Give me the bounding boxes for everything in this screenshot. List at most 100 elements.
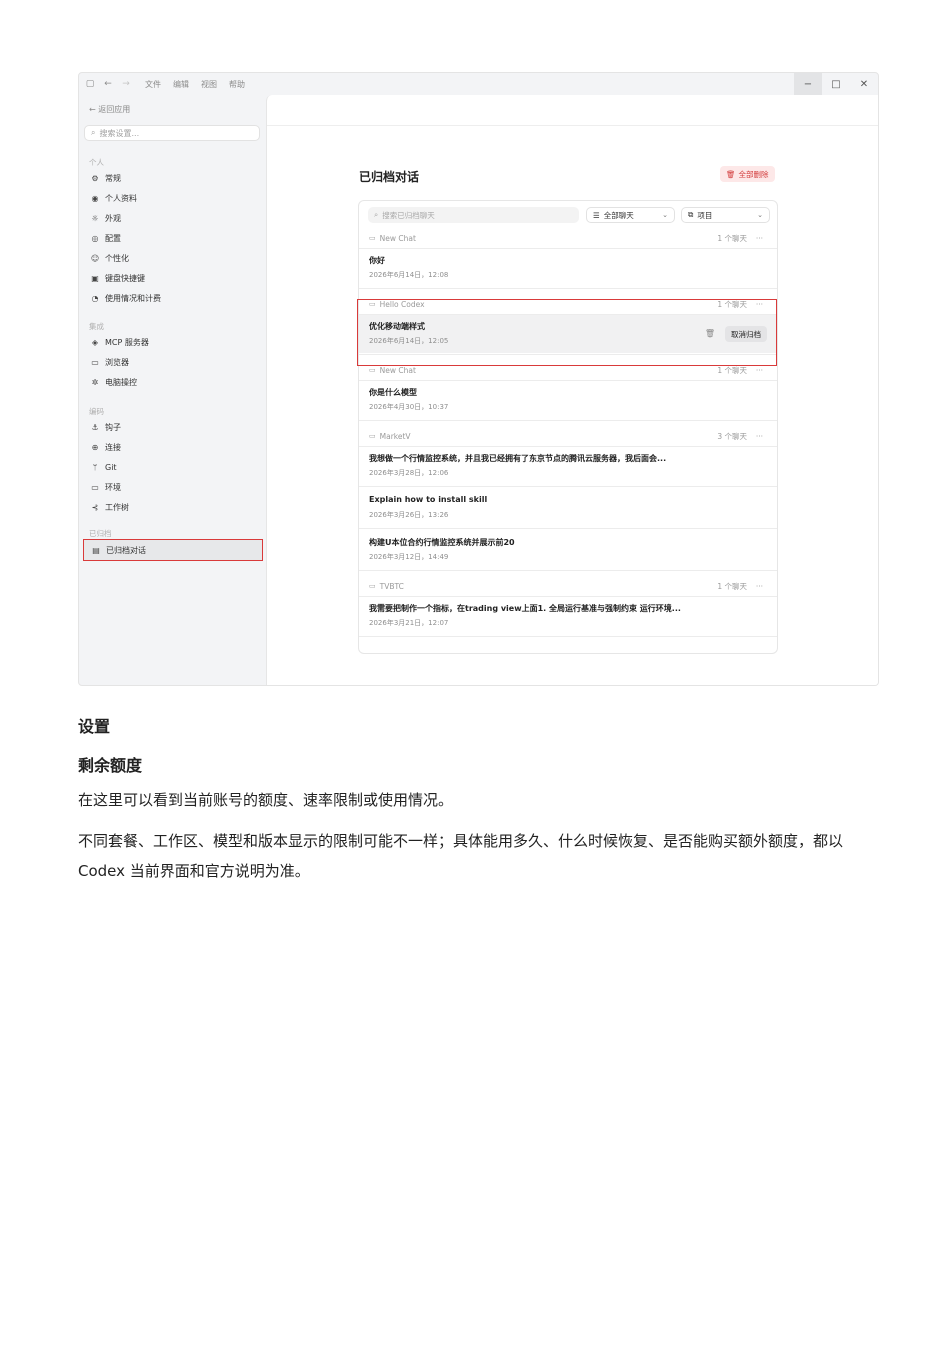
menu-edit[interactable]: 编辑 — [173, 79, 189, 90]
archived-chat-row[interactable]: 你是什么模型 2026年4月30日，10:37 — [359, 381, 777, 419]
archived-chat-row[interactable]: 我需要把制作一个指标，在trading view上面1. 全局运行基准与强制约束… — [359, 597, 777, 635]
chat-title: 构建U本位合约行情监控系统并展示前20 — [369, 538, 515, 547]
sidebar-item-keyboard[interactable]: ▣ 键盘快捷键 — [89, 269, 259, 287]
sidebar-section-label: 已归档 — [89, 529, 112, 538]
back-label: 返回应用 — [98, 105, 131, 114]
keyboard-icon: ▣ — [91, 273, 99, 283]
sidebar-item-environment[interactable]: ▭ 环境 — [89, 478, 259, 496]
sidebar-item-label: 已归档对话 — [106, 545, 146, 555]
close-button[interactable]: ✕ — [850, 73, 878, 95]
project-filter-dropdown[interactable]: ⧉ 项目 ⌄ — [681, 207, 770, 223]
usage-icon: ◔ — [91, 293, 99, 303]
project-group-header: ▭ TVBTC 1 个聊天 ··· — [359, 577, 777, 595]
archived-chat-row[interactable]: 我想做一个行情监控系统，并且我已经拥有了东京节点的腾讯云服务器，我后面会... 2… — [359, 447, 777, 485]
sidebar-item-label: 常规 — [105, 173, 121, 183]
sidebar-item-sun[interactable]: ☼ 外观 — [89, 209, 259, 227]
chat-title: 你是什么模型 — [369, 388, 417, 397]
divider — [359, 288, 777, 289]
computer-control-icon: ✲ — [91, 377, 99, 387]
archived-chat-row[interactable]: 你好 2026年6月14日，12:08 — [359, 249, 777, 287]
folder-icon: ▭ — [369, 234, 376, 242]
sidebar-item-computer-control[interactable]: ✲ 电脑操控 — [89, 373, 259, 391]
project-name: MarketV — [379, 431, 411, 441]
divider — [359, 420, 777, 421]
sidebar-section-label: 个人 — [89, 158, 104, 167]
sidebar-item-personalize[interactable]: ☺ 个性化 — [89, 249, 259, 267]
sidebar-item-globe[interactable]: ⊕ 连接 — [89, 438, 259, 456]
sidebar-item-worktree[interactable]: ⊰ 工作树 — [89, 498, 259, 516]
chat-title: 你好 — [369, 256, 385, 265]
back-to-app-link[interactable]: ← 返回应用 — [89, 104, 130, 115]
sidebar-section-label: 集成 — [89, 322, 104, 331]
chat-date: 2026年3月28日，12:06 — [369, 469, 449, 477]
settings-screenshot: ▢ ← → 文件 编辑 视图 帮助 − □ ✕ ← 返回应用 ⌕ 搜索设置...… — [78, 72, 879, 686]
sidebar-item-user[interactable]: ◉ 个人资料 — [89, 189, 259, 207]
more-options-icon[interactable]: ··· — [756, 582, 763, 591]
menu-file[interactable]: 文件 — [145, 79, 161, 90]
globe-icon: ⊕ — [91, 442, 99, 452]
search-icon: ⌕ — [374, 210, 379, 219]
forward-arrow-icon[interactable]: → — [119, 79, 133, 89]
chat-filter-dropdown[interactable]: ☰ 全部聊天 ⌄ — [586, 207, 675, 223]
menu-view[interactable]: 视图 — [201, 79, 217, 90]
settings-search-input[interactable]: ⌕ 搜索设置... — [84, 125, 260, 141]
sidebar-item-label: 键盘快捷键 — [105, 273, 145, 283]
archived-chat-row[interactable]: Explain how to install skill 2026年3月26日，1… — [359, 489, 777, 527]
project-group-header: ▭ MarketV 3 个聊天 ··· — [359, 427, 777, 445]
sidebar-item-config[interactable]: ◎ 配置 — [89, 229, 259, 247]
highlight-box — [357, 299, 777, 366]
chat-title: 我需要把制作一个指标，在trading view上面1. 全局运行基准与强制约束… — [369, 604, 681, 613]
sidebar-item-archive[interactable]: ▤ 已归档对话 — [83, 539, 263, 561]
sidebar-item-label: 个性化 — [105, 253, 129, 263]
more-options-icon[interactable]: ··· — [756, 234, 763, 243]
sidebar-item-hook[interactable]: ⚓ 钩子 — [89, 418, 259, 436]
sidebar-item-gear[interactable]: ⚙ 常规 — [89, 169, 259, 187]
divider — [359, 486, 777, 487]
sidebar-item-label: 连接 — [105, 442, 121, 452]
title-bar: ▢ ← → 文件 编辑 视图 帮助 − □ ✕ — [79, 73, 878, 95]
more-options-icon[interactable]: ··· — [756, 432, 763, 441]
delete-all-button[interactable]: 🗑 全部删除 — [720, 166, 775, 182]
filter-icon: ☰ — [593, 210, 600, 220]
hook-icon: ⚓ — [91, 422, 99, 432]
sidebar-item-browser[interactable]: ▭ 浏览器 — [89, 353, 259, 371]
back-arrow-icon[interactable]: ← — [101, 79, 115, 89]
sidebar-toggle-icon[interactable]: ▢ — [83, 79, 97, 89]
personalize-icon: ☺ — [90, 253, 100, 263]
sidebar-item-git[interactable]: ᛘ Git — [89, 458, 259, 476]
minimize-button[interactable]: − — [794, 73, 822, 95]
doc-paragraph: 在这里可以看到当前账号的额度、速率限制或使用情况。 — [78, 791, 454, 809]
search-icon: ⌕ — [91, 128, 96, 137]
project-icon: ⧉ — [688, 210, 694, 219]
chat-date: 2026年6月14日，12:08 — [369, 271, 449, 279]
archive-icon: ▤ — [92, 545, 100, 555]
doc-paragraph: 不同套餐、工作区、模型和版本显示的限制可能不一样；具体能用多久、什么时候恢复、是… — [78, 832, 844, 880]
git-icon: ᛘ — [92, 462, 98, 472]
chat-date: 2026年3月26日，13:26 — [369, 511, 449, 519]
project-name: TVBTC — [379, 581, 404, 591]
chat-date: 2026年3月21日，12:07 — [369, 619, 449, 627]
menu-help[interactable]: 帮助 — [229, 79, 245, 90]
divider — [359, 528, 777, 529]
chat-title: 我想做一个行情监控系统，并且我已经拥有了东京节点的腾讯云服务器，我后面会... — [369, 454, 667, 463]
chat-title: Explain how to install skill — [369, 495, 488, 504]
archived-chat-row[interactable]: 构建U本位合约行情监控系统并展示前20 2026年3月12日，14:49 — [359, 531, 777, 569]
config-icon: ◎ — [91, 233, 99, 243]
trash-icon: 🗑 — [726, 169, 736, 179]
sidebar-item-label: 使用情况和计费 — [105, 293, 161, 303]
search-placeholder: 搜索设置... — [99, 128, 140, 138]
maximize-button[interactable]: □ — [822, 73, 850, 95]
sidebar-item-usage[interactable]: ◔ 使用情况和计费 — [89, 289, 259, 307]
sidebar-item-label: 电脑操控 — [105, 377, 137, 387]
sidebar-item-label: 浏览器 — [105, 357, 129, 367]
more-options-icon[interactable]: ··· — [756, 366, 763, 375]
chat-count: 1 个聊天 — [717, 365, 747, 375]
search-placeholder: 搜索已归档聊天 — [382, 210, 435, 220]
sidebar-item-label: 钩子 — [105, 422, 121, 432]
gear-icon: ⚙ — [91, 173, 99, 183]
sidebar-item-mcp[interactable]: ◈ MCP 服务器 — [89, 333, 259, 351]
sidebar-item-label: MCP 服务器 — [105, 337, 149, 347]
sidebar-item-label: 环境 — [105, 482, 121, 492]
divider — [359, 570, 777, 571]
archived-search-input[interactable]: ⌕ 搜索已归档聊天 — [368, 207, 579, 223]
